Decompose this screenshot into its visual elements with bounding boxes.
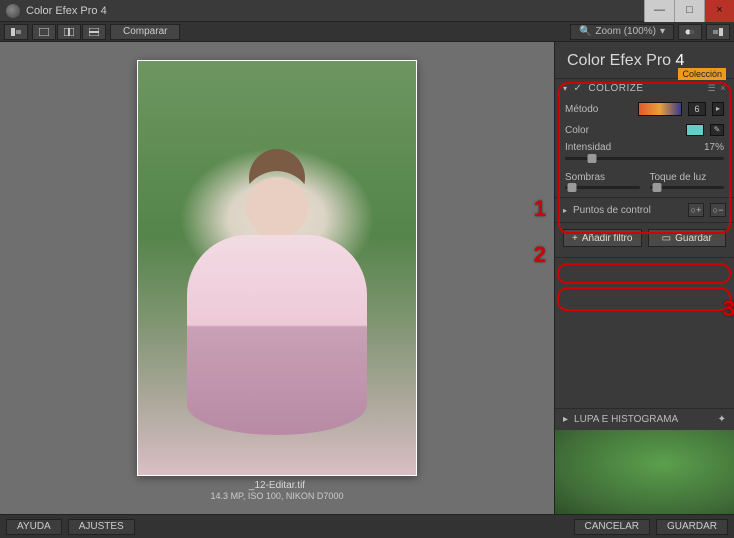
intensity-value: 17% <box>704 142 724 153</box>
filename-label: _12-Editar.tif <box>249 480 305 491</box>
intensity-slider[interactable] <box>565 157 724 160</box>
filter-close-icon[interactable]: × <box>720 83 726 94</box>
triangle-down-icon: ▾ <box>563 84 568 93</box>
method-label: Método <box>565 104 632 115</box>
plus-icon: + <box>696 205 701 215</box>
annotation-box-3 <box>557 287 731 311</box>
help-button[interactable]: AYUDA <box>6 519 62 535</box>
filter-header[interactable]: ▾ ✓ COLORIZE ☰ × <box>555 79 734 98</box>
control-points-row[interactable]: ▸ Puntos de control ○ + ○ − <box>555 197 734 222</box>
chevron-down-icon: ▾ <box>660 26 665 37</box>
cancel-button[interactable]: CANCELAR <box>574 519 650 535</box>
preview-toggle-icon[interactable] <box>678 24 702 40</box>
save-preset-label: Guardar <box>675 233 712 244</box>
color-label: Color <box>565 125 680 136</box>
loupe-label: LUPA E HISTOGRAMA <box>574 414 712 425</box>
view-single-icon[interactable] <box>32 24 56 40</box>
save-button[interactable]: GUARDAR <box>656 519 728 535</box>
minimize-button[interactable]: — <box>644 0 674 22</box>
zoom-label: Zoom (100%) <box>595 26 656 37</box>
preview-image[interactable] <box>137 60 417 476</box>
method-next-icon[interactable]: ▸ <box>712 102 724 116</box>
color-picker-icon[interactable]: ✎ <box>710 124 724 136</box>
highlights-thumb[interactable] <box>652 183 661 192</box>
add-filter-button[interactable]: + Añadir filtro <box>563 229 642 247</box>
collapse-panel-icon[interactable] <box>4 24 28 40</box>
shadows-label: Sombras <box>565 172 640 183</box>
add-control-point-button[interactable]: ○ + <box>688 203 704 217</box>
save-icon: ▭ <box>662 233 671 244</box>
check-icon: ✓ <box>574 83 583 94</box>
minus-icon: − <box>718 205 723 215</box>
view-split-vertical-icon[interactable] <box>57 24 81 40</box>
view-split-horizontal-icon[interactable] <box>82 24 106 40</box>
settings-button[interactable]: AJUSTES <box>68 519 135 535</box>
highlights-label: Toque de luz <box>650 172 725 183</box>
intensity-label: Intensidad <box>565 142 611 153</box>
app-icon <box>6 4 20 18</box>
window-title: Color Efex Pro 4 <box>26 5 644 17</box>
triangle-right-icon: ▸ <box>563 206 567 215</box>
filter-menu-icon[interactable]: ☰ <box>708 83 717 94</box>
filter-name: COLORIZE <box>588 83 701 94</box>
plus-icon: + <box>572 233 578 244</box>
loupe-histogram-header[interactable]: ▸ LUPA E HISTOGRAMA ✦ <box>555 408 734 430</box>
brand-text-b: 4 <box>676 52 685 69</box>
save-preset-button[interactable]: ▭ Guardar <box>648 229 727 247</box>
maximize-button[interactable]: □ <box>674 0 704 22</box>
brand-text-a: Color Efex Pro <box>567 52 671 69</box>
shadows-slider[interactable] <box>565 186 640 189</box>
method-swatch[interactable] <box>638 102 682 116</box>
remove-control-point-button[interactable]: ○ − <box>710 203 726 217</box>
highlights-slider[interactable] <box>650 186 725 189</box>
compare-button[interactable]: Comparar <box>110 24 180 40</box>
image-meta-label: 14.3 MP, ISO 100, NIKON D7000 <box>211 491 344 501</box>
add-filter-label: Añadir filtro <box>582 233 633 244</box>
color-swatch[interactable] <box>686 124 704 136</box>
canvas-area[interactable]: _12-Editar.tif 14.3 MP, ISO 100, NIKON D… <box>0 42 554 514</box>
expand-panel-icon[interactable] <box>706 24 730 40</box>
loupe-preview[interactable] <box>555 430 734 514</box>
intensity-thumb[interactable] <box>588 154 597 163</box>
control-points-label: Puntos de control <box>573 205 682 216</box>
triangle-right-icon: ▸ <box>563 414 568 425</box>
method-value[interactable]: 6 <box>688 102 706 116</box>
close-button[interactable]: × <box>704 0 734 22</box>
zoom-dropdown[interactable]: 🔍 Zoom (100%) ▾ <box>570 24 674 40</box>
annotation-box-2 <box>557 263 731 284</box>
search-icon: 🔍 <box>579 26 591 37</box>
shadows-thumb[interactable] <box>568 183 577 192</box>
collection-badge[interactable]: Colección <box>678 68 726 80</box>
pin-icon[interactable]: ✦ <box>718 414 726 425</box>
